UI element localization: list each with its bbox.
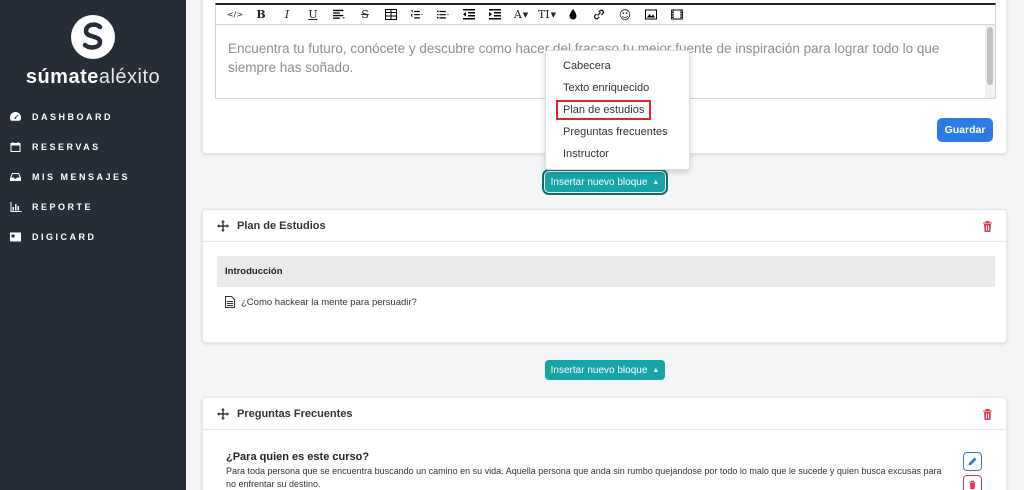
unordered-list-button[interactable] xyxy=(432,6,454,24)
caret-down-icon: ▼ xyxy=(522,10,529,19)
insert-block-label: Insertar nuevo bloque xyxy=(550,176,648,188)
dropdown-item-preguntas-frecuentes[interactable]: Preguntas frecuentes xyxy=(546,121,689,143)
dropdown-item-label: Instructor xyxy=(563,148,609,160)
ink-drop-icon xyxy=(569,9,577,20)
table-icon xyxy=(385,9,397,20)
insert-block-button[interactable]: Insertar nuevo bloque ▲ xyxy=(542,169,668,195)
document-icon xyxy=(225,296,235,308)
faq-answer: Para toda persona que se encuentra busca… xyxy=(226,466,942,489)
caret-up-icon: ▲ xyxy=(652,366,660,374)
sidebar-nav: DASHBOARD RESERVAS MIS MENSAJES REPORTE … xyxy=(0,102,186,252)
editor-toolbar: </> B I U S A ▼ TI ▼ ☺ xyxy=(215,3,996,25)
delete-faq-button[interactable] xyxy=(963,475,982,490)
scrollbar-thumb[interactable] xyxy=(987,27,993,85)
lesson-title: ¿Como hackear la mente para persuadir? xyxy=(241,296,417,308)
editor-scrollbar[interactable] xyxy=(985,25,995,98)
ordered-list-button[interactable] xyxy=(406,6,428,24)
align-left-icon xyxy=(333,9,345,19)
emoji-button[interactable]: ☺ xyxy=(614,6,636,24)
card-header: Preguntas Frecuentes xyxy=(203,398,1006,430)
insert-block-label: Insertar nuevo bloque xyxy=(550,364,648,376)
strikethrough-button[interactable]: S xyxy=(354,6,376,24)
dropdown-item-label: Preguntas frecuentes xyxy=(563,126,668,138)
trash-icon[interactable] xyxy=(982,408,993,420)
faq-question: ¿Para quien es este curso? xyxy=(226,451,370,463)
brand-logo[interactable]: súmatealéxito xyxy=(0,14,186,89)
section-header[interactable]: Introducción xyxy=(217,256,995,287)
move-icon[interactable] xyxy=(217,407,229,420)
brand-name: súmatealéxito xyxy=(25,66,161,88)
caret-up-icon: ▲ xyxy=(652,178,660,186)
dropdown-item-label: Texto enriquecido xyxy=(563,82,650,94)
sidebar-item-dashboard[interactable]: DASHBOARD xyxy=(0,102,186,132)
bar-chart-icon xyxy=(8,201,22,213)
dropdown-item-texto-enriquecido[interactable]: Texto enriquecido xyxy=(546,77,689,99)
sidebar-item-reservas[interactable]: RESERVAS xyxy=(0,132,186,162)
image-button[interactable] xyxy=(640,6,662,24)
align-dropdown-button[interactable] xyxy=(328,6,350,24)
sidebar-item-label: RESERVAS xyxy=(32,142,101,152)
italic-button[interactable]: I xyxy=(276,6,298,24)
trash-icon xyxy=(969,480,976,489)
dropdown-item-label: Plan de estudios xyxy=(556,100,652,120)
calendar-icon xyxy=(8,141,22,153)
dropdown-item-instructor[interactable]: Instructor xyxy=(546,143,689,165)
main-content: </> B I U S A ▼ TI ▼ ☺ Encuentra tu futuro… xyxy=(186,0,1024,490)
sidebar: súmatealéxito DASHBOARD RESERVAS MIS MEN… xyxy=(0,0,186,490)
sidebar-item-digicard[interactable]: DIGICARD xyxy=(0,222,186,252)
inbox-icon xyxy=(8,171,22,183)
ordered-list-icon xyxy=(411,10,423,19)
edit-faq-button[interactable] xyxy=(963,452,982,471)
card-header: Plan de Estudios xyxy=(203,210,1006,242)
emoji-icon: ☺ xyxy=(618,7,632,22)
link-button[interactable] xyxy=(588,6,610,24)
dropdown-item-cabecera[interactable]: Cabecera xyxy=(546,55,689,77)
sidebar-item-label: REPORTE xyxy=(32,202,94,212)
sidebar-item-label: MIS MENSAJES xyxy=(32,172,131,182)
dropdown-item-plan-de-estudios[interactable]: Plan de estudios xyxy=(546,99,689,121)
table-button[interactable] xyxy=(380,6,402,24)
outdent-button[interactable] xyxy=(458,6,480,24)
outdent-icon xyxy=(463,9,475,20)
font-color-label: A xyxy=(513,8,522,21)
font-color-button[interactable]: A ▼ xyxy=(510,6,532,24)
bold-button[interactable]: B xyxy=(250,6,272,24)
save-button[interactable]: Guardar xyxy=(937,118,993,142)
code-view-button[interactable]: </> xyxy=(224,6,246,24)
indent-icon xyxy=(489,9,501,20)
card-title: Preguntas Frecuentes xyxy=(237,407,353,420)
dashboard-icon xyxy=(8,111,22,123)
id-card-icon xyxy=(8,231,22,243)
move-icon[interactable] xyxy=(217,219,229,232)
lesson-item[interactable]: ¿Como hackear la mente para persuadir? xyxy=(225,296,417,308)
plan-de-estudios-card: Plan de Estudios Introducción ¿Como hack… xyxy=(202,209,1007,343)
sidebar-item-reporte[interactable]: REPORTE xyxy=(0,192,186,222)
highlight-button[interactable] xyxy=(562,6,584,24)
card-title: Plan de Estudios xyxy=(237,219,326,232)
indent-button[interactable] xyxy=(484,6,506,24)
video-button[interactable] xyxy=(666,6,688,24)
preguntas-frecuentes-card: Preguntas Frecuentes ¿Para quien es este… xyxy=(202,397,1007,490)
font-size-button[interactable]: TI ▼ xyxy=(536,6,558,24)
logo-mark-icon xyxy=(70,14,116,60)
film-icon xyxy=(671,9,683,20)
pencil-icon xyxy=(968,457,977,466)
dropdown-item-label: Cabecera xyxy=(563,60,611,72)
font-size-label: TI xyxy=(537,8,550,21)
caret-down-icon: ▼ xyxy=(550,10,557,19)
sidebar-item-label: DASHBOARD xyxy=(32,112,113,122)
link-icon xyxy=(593,9,605,20)
unordered-list-icon xyxy=(437,10,449,19)
sidebar-item-label: DIGICARD xyxy=(32,232,97,242)
insert-block-dropdown: Cabecera Texto enriquecido Plan de estud… xyxy=(545,50,690,170)
underline-button[interactable]: U xyxy=(302,6,324,24)
image-icon xyxy=(645,9,657,20)
trash-icon[interactable] xyxy=(982,220,993,232)
insert-block-button[interactable]: Insertar nuevo bloque ▲ xyxy=(545,360,665,380)
sidebar-item-mis-mensajes[interactable]: MIS MENSAJES xyxy=(0,162,186,192)
